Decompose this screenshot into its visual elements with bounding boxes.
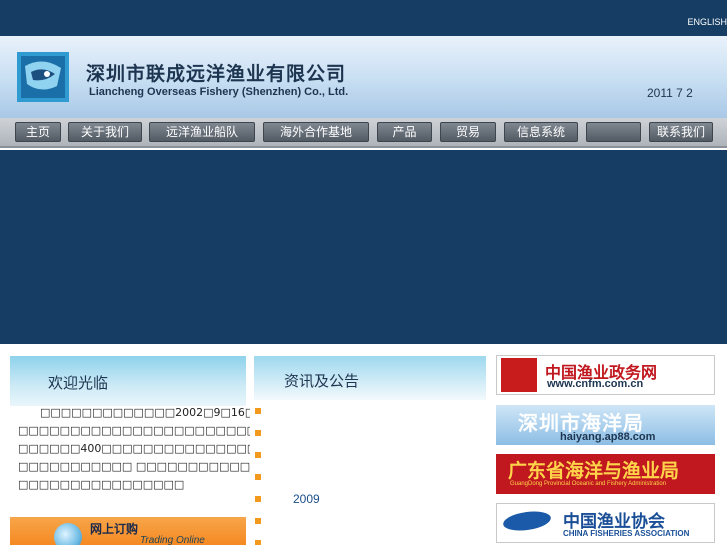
news-item[interactable] <box>254 537 486 545</box>
news-item[interactable] <box>254 405 486 419</box>
nav-about[interactable]: 关于我们 <box>68 122 142 142</box>
welcome-line: □□□□□□□□□□□□□2002□9□16□□□□ <box>39 406 250 419</box>
news-item[interactable] <box>254 427 486 441</box>
welcome-line: □□□□□□□□□□□□□□□□□□□□□□□ <box>18 424 250 437</box>
link-guangdong[interactable]: 广东省海洋与渔业局 GuangDong Provincial Oceanic a… <box>496 454 715 494</box>
top-bar: ENGLISH <box>0 0 727 36</box>
seal-icon <box>501 358 537 392</box>
link-haiyang[interactable]: 深圳市海洋局 haiyang.ap88.com <box>496 405 715 445</box>
nav-trade[interactable]: 贸易 <box>440 122 496 142</box>
news-panel: 资讯及公告 2009 <box>254 356 486 545</box>
link-guangdong-subtitle: GuangDong Provincial Oceanic and Fishery… <box>510 481 667 487</box>
nav-overseas-base[interactable]: 海外合作基地 <box>263 122 369 142</box>
link-haiyang-url: haiyang.ap88.com <box>560 431 656 443</box>
nav-blank[interactable] <box>586 122 641 142</box>
welcome-line: □□□□□□□□□□□□□□□□ <box>18 478 185 491</box>
online-order-title: 网上订购 <box>90 522 139 536</box>
nav-info-system[interactable]: 信息系统 <box>504 122 578 142</box>
welcome-line: □□□□□□400□□□□□□□□□□□□□□□□□ <box>18 442 250 455</box>
news-item[interactable] <box>254 449 486 463</box>
nav-home[interactable]: 主页 <box>15 122 61 142</box>
nav-fleet[interactable]: 远洋渔业船队 <box>149 122 255 142</box>
nav-contact[interactable]: 联系我们 <box>649 122 713 142</box>
welcome-panel: 欢迎光临 □□□□□□□□□□□□□2002□9□16 □□□□ □□□□□□□□… <box>10 356 250 511</box>
welcome-title: 欢迎光临 <box>48 374 109 392</box>
welcome-line: □□□□□□□□□□□ □□□□□□□□□□□□□□ <box>18 460 250 473</box>
news-item[interactable] <box>254 515 486 529</box>
news-item[interactable]: 2009 <box>254 492 486 507</box>
nav-products[interactable]: 产品 <box>377 122 432 142</box>
hero-banner <box>0 150 727 344</box>
globe-icon <box>54 523 82 545</box>
current-date: 2011 7 2 <box>647 86 693 100</box>
fish-icon <box>501 508 553 534</box>
company-logo-icon <box>17 52 69 102</box>
news-item-text[interactable]: 2009 <box>293 492 320 506</box>
company-name-cn: 深圳市联成远洋渔业有限公司 <box>86 63 347 85</box>
bullet-icon <box>255 496 261 502</box>
link-cnfm-url: www.cnfm.com.cn <box>547 378 644 390</box>
link-cnfm[interactable]: 中国渔业政务网 www.cnfm.com.cn <box>496 355 715 395</box>
link-fisheries-subtitle: CHINA FISHERIES ASSOCIATION <box>563 529 690 538</box>
online-order-subtitle: Trading Online <box>140 535 205 545</box>
bullet-icon <box>255 518 261 524</box>
site-header: 深圳市联成远洋渔业有限公司 Liancheng Overseas Fishery… <box>0 36 727 118</box>
link-fisheries-association[interactable]: 中国渔业协会 CHINA FISHERIES ASSOCIATION <box>496 503 715 543</box>
link-guangdong-name: 广东省海洋与渔业局 <box>508 460 680 482</box>
bullet-icon <box>255 408 261 414</box>
bullet-icon <box>255 474 261 480</box>
bullet-icon <box>255 540 261 545</box>
welcome-text: □□□□□□□□□□□□□2002□9□16 □□□□ □□□□□□□□□□□□□… <box>18 404 250 494</box>
bullet-icon <box>255 452 261 458</box>
bullet-icon <box>255 430 261 436</box>
company-name-en: Liancheng Overseas Fishery (Shenzhen) Co… <box>89 86 349 98</box>
news-header: 资讯及公告 <box>254 356 486 400</box>
main-nav: 主页 关于我们 远洋渔业船队 海外合作基地 产品 贸易 信息系统 联系我们 <box>0 118 727 148</box>
news-item[interactable] <box>254 471 486 485</box>
news-title: 资讯及公告 <box>284 372 360 390</box>
online-order-banner[interactable]: 网上订购 Trading Online <box>10 517 246 545</box>
english-link[interactable]: ENGLISH <box>687 17 727 27</box>
welcome-header: 欢迎光临 <box>10 356 246 406</box>
